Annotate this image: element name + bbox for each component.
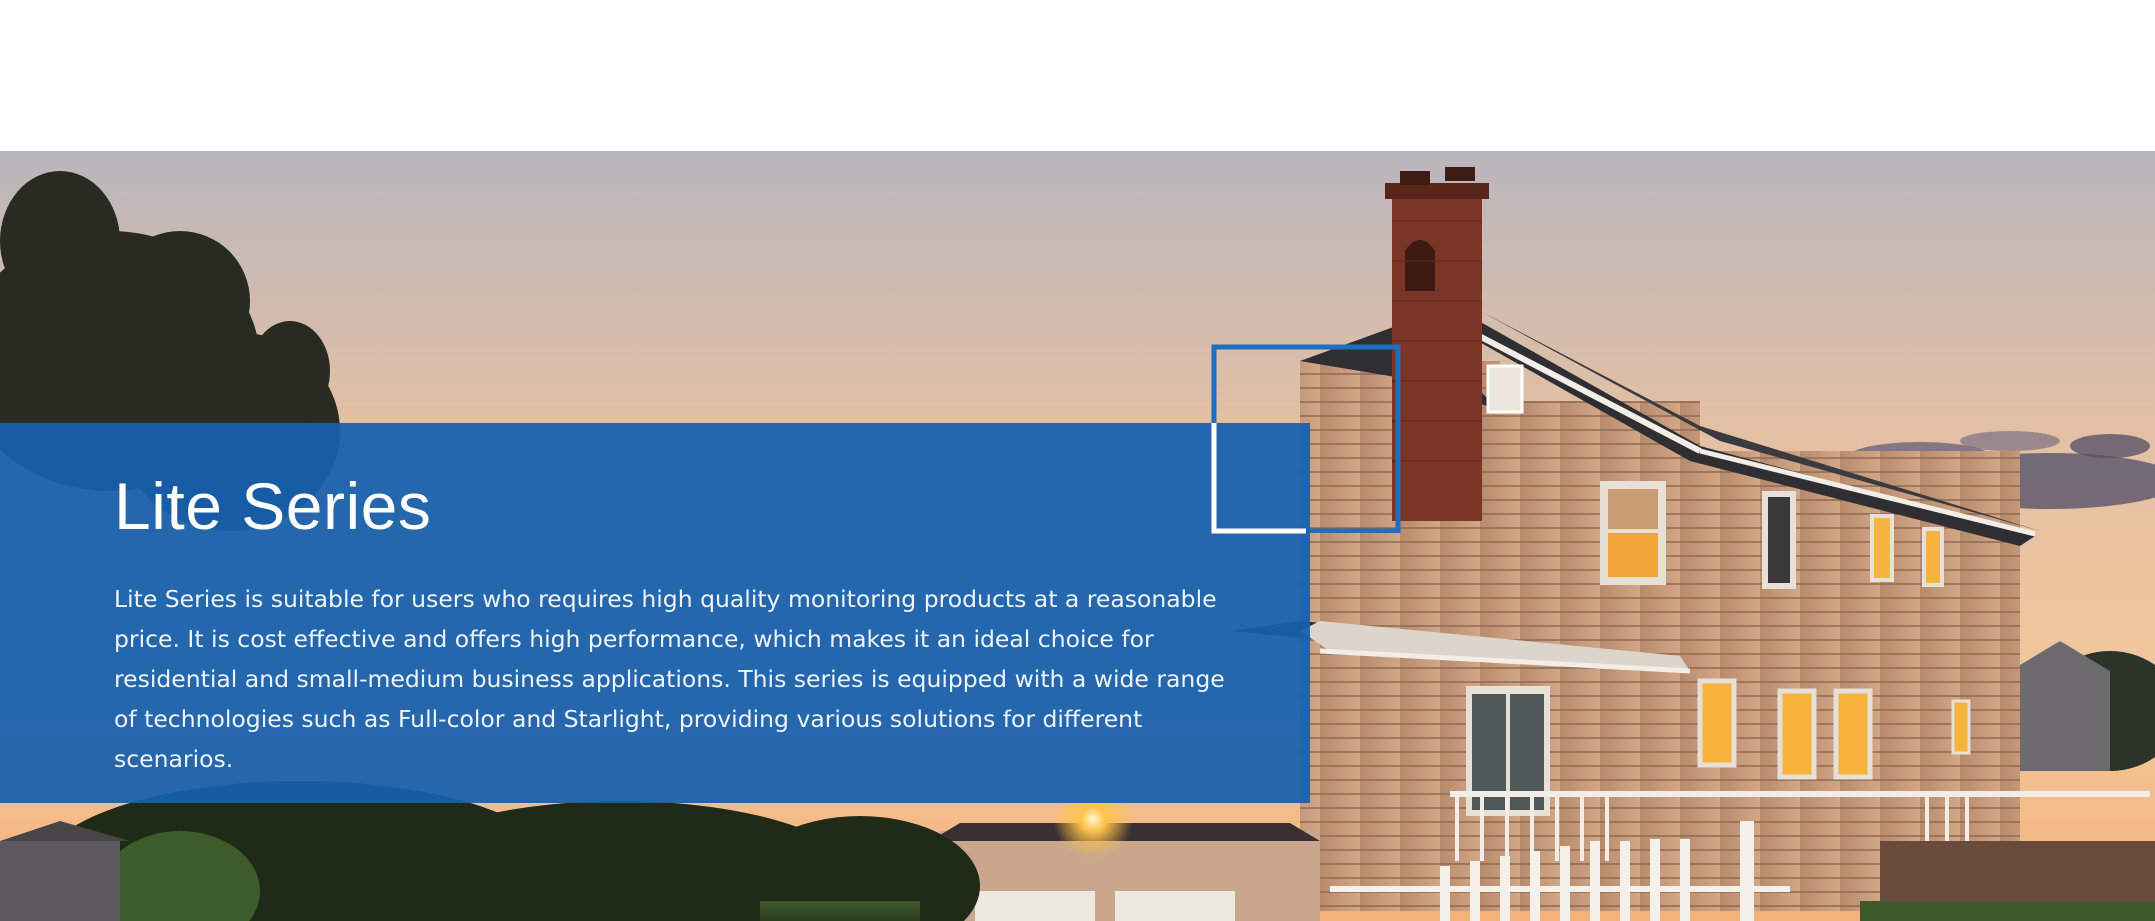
hero-banner: Lite Series Lite Series is suitable for … xyxy=(0,151,2155,921)
info-panel: Lite Series Lite Series is suitable for … xyxy=(0,423,1310,803)
top-white-band xyxy=(0,0,2155,151)
page-title: Lite Series xyxy=(114,469,432,543)
series-description: Lite Series is suitable for users who re… xyxy=(114,585,1225,773)
